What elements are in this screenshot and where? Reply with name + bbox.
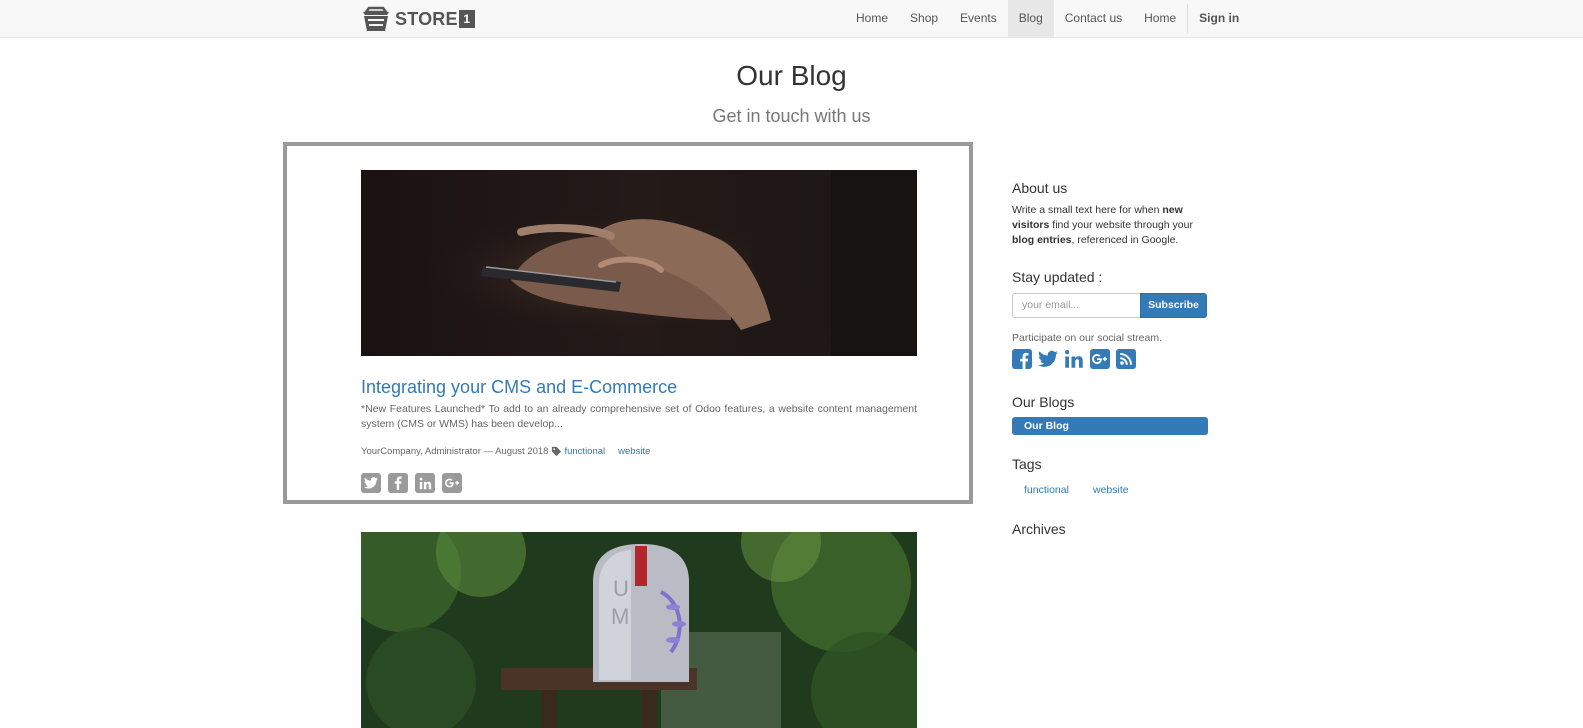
svg-text:U: U — [613, 576, 629, 601]
our-blogs-heading: Our Blogs — [1012, 394, 1075, 410]
main-nav: Home Shop Events Blog Contact us Home Si… — [845, 0, 1250, 37]
post-author-date: YourCompany, Administrator — August 2018 — [361, 446, 549, 457]
post-meta: YourCompany, Administrator — August 2018… — [361, 446, 663, 457]
brand-name: STORE — [395, 8, 458, 29]
post-teaser: *New Features Launched* To add to an alr… — [361, 403, 917, 430]
nav-home-2[interactable]: Home — [1133, 0, 1187, 37]
post-title-link[interactable]: Integrating your CMS and E-Commerce — [361, 377, 677, 398]
subscribe-button[interactable]: Subscribe — [1140, 293, 1207, 318]
mailbox-image: U M — [361, 532, 917, 728]
google-plus-icon[interactable] — [1090, 349, 1110, 369]
tags-icon — [552, 446, 562, 457]
page-title: Our Blog — [736, 60, 847, 91]
google-plus-icon[interactable] — [442, 473, 462, 493]
post-tag-website[interactable]: website — [618, 446, 650, 457]
facebook-icon[interactable] — [1012, 349, 1032, 369]
nav-home[interactable]: Home — [845, 0, 899, 37]
brand-badge: 1 — [458, 10, 475, 28]
hands-phone-image — [361, 170, 917, 356]
nav-contact-us[interactable]: Contact us — [1054, 0, 1133, 37]
linkedin-icon[interactable] — [1064, 349, 1084, 369]
sign-in-link[interactable]: Sign in — [1188, 0, 1250, 37]
nav-shop[interactable]: Shop — [899, 0, 949, 37]
archives-heading: Archives — [1012, 521, 1066, 537]
sidebar-tag-website[interactable]: website — [1093, 484, 1129, 496]
post-cover-image-2[interactable]: U M — [361, 532, 917, 728]
svg-text:M: M — [611, 604, 629, 629]
post-share-buttons — [361, 473, 462, 493]
social-links — [1012, 349, 1136, 369]
rss-icon[interactable] — [1116, 349, 1136, 369]
post-cover-image[interactable] — [361, 170, 917, 356]
top-navbar: STORE 1 Home Shop Events Blog Contact us… — [0, 0, 1583, 38]
about-text: Write a small text here for when new vis… — [1012, 204, 1193, 246]
email-input[interactable]: your email... — [1012, 293, 1141, 318]
sidebar-tag-functional[interactable]: functional — [1024, 484, 1069, 496]
blog-list-item-our-blog[interactable]: Our Blog — [1012, 417, 1208, 435]
social-stream-text: Participate on our social stream. — [1012, 332, 1162, 344]
nav-blog[interactable]: Blog — [1007, 0, 1054, 37]
tags-heading: Tags — [1012, 456, 1042, 472]
newsletter-heading: Stay updated : — [1012, 269, 1103, 285]
about-heading: About us — [1012, 180, 1068, 196]
twitter-icon[interactable] — [1038, 349, 1058, 369]
page-subtitle: Get in touch with us — [712, 106, 871, 126]
facebook-icon[interactable] — [388, 473, 408, 493]
nav-events[interactable]: Events — [949, 0, 1008, 37]
twitter-icon[interactable] — [361, 473, 381, 493]
brand-logo[interactable]: STORE 1 — [360, 4, 475, 34]
linkedin-icon[interactable] — [415, 473, 435, 493]
post-tag-functional[interactable]: functional — [564, 446, 605, 457]
basket-icon — [363, 6, 389, 31]
